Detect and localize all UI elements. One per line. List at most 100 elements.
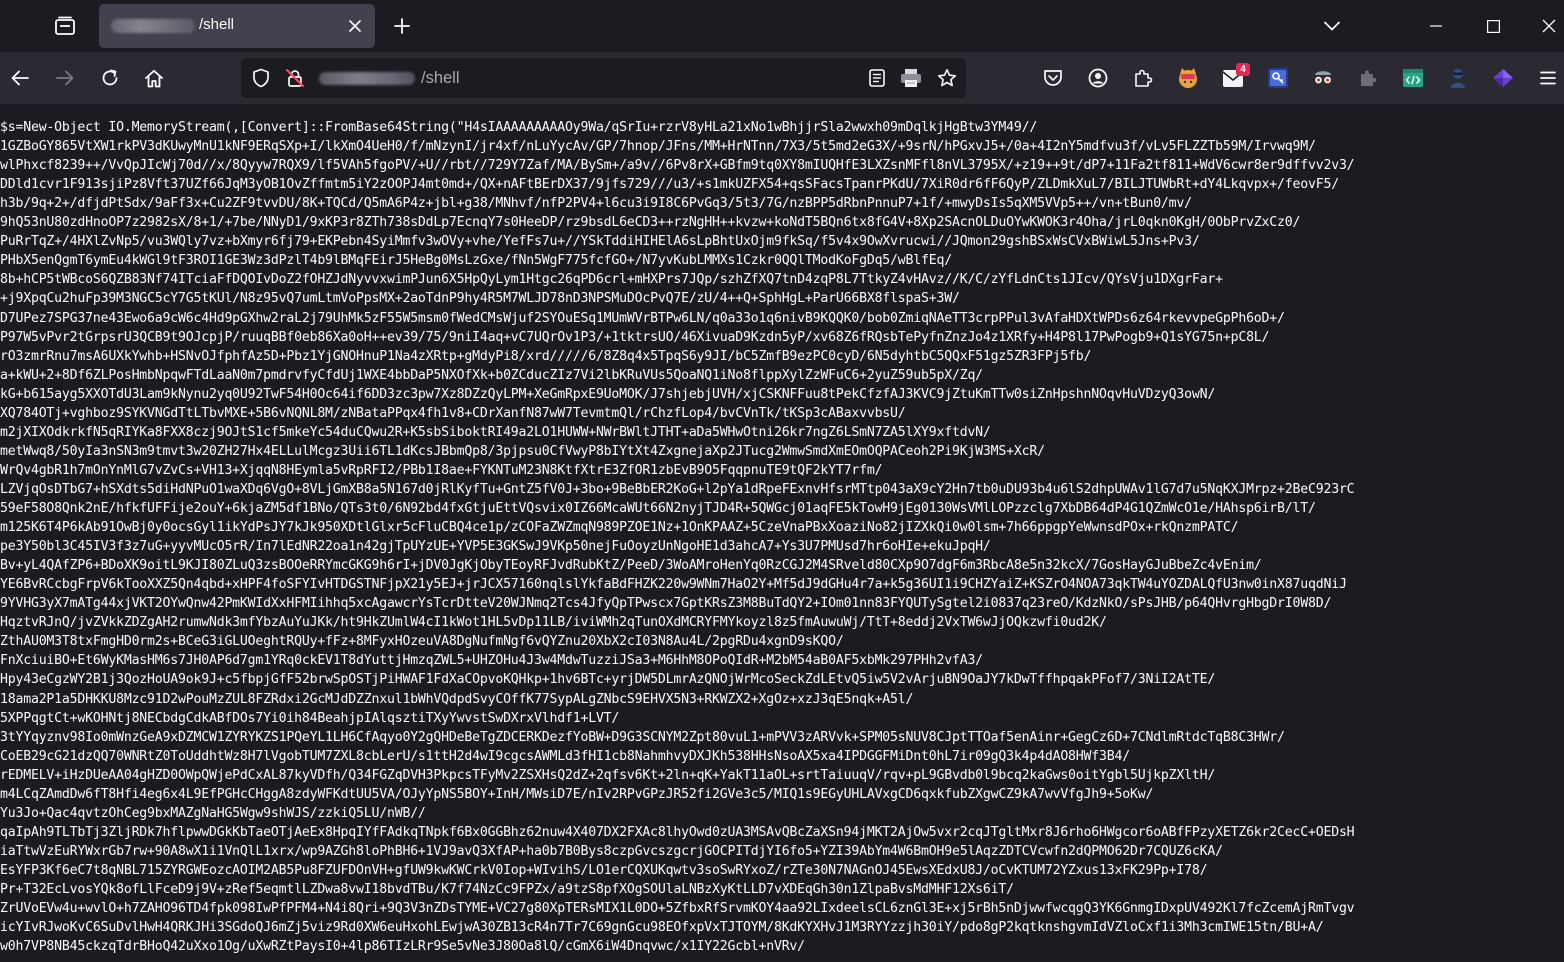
minimize-icon — [1430, 25, 1442, 27]
script-line: a+kWU+2+8Df6ZLPosHmbNpqwFTdLaaN0m7pmdrvf… — [0, 367, 983, 383]
maximize-button[interactable] — [1471, 6, 1515, 46]
script-line: P97W5vPvr2tGrpsrU3QCB9t9OJcpjP/ruuqBBf0e… — [0, 329, 1270, 345]
shield-icon — [253, 68, 269, 88]
maximize-icon — [1486, 19, 1500, 33]
extension-gem-button[interactable] — [1487, 62, 1519, 94]
script-line: 5XPPqgtCt+wKOHNtj8NECbdgCdkABfDOs7Yi0ih8… — [0, 710, 620, 726]
address-bar[interactable]: /shell — [241, 58, 966, 98]
new-tab-button[interactable] — [388, 12, 416, 40]
spy-extension-icon — [1313, 71, 1333, 85]
extensions-button[interactable] — [1127, 62, 1159, 94]
tab-title: /shell — [199, 16, 235, 33]
script-line: Yu3Jo+Qac4qvtzOhCeg9bxMAZgNaHG5Wgw9shWJS… — [0, 805, 426, 821]
close-icon — [349, 20, 361, 32]
script-line: WrQv4gbR1h7mOnYnMlG7vZvCs+VH13+XjqqN8HEy… — [0, 462, 883, 478]
tab-list-icon — [55, 16, 75, 35]
star-icon — [937, 69, 957, 87]
script-line: qaIpAh9TLTbTj3ZljRDk7hflpwwDGkKbTaeOTjAe… — [0, 824, 1355, 840]
connection-info-button[interactable] — [283, 66, 307, 90]
extension-ublock-button[interactable] — [1172, 62, 1204, 94]
script-line: w0h7VP8NB45ckzqTdrBHoQ42uXxo1Og/uXwRZtPa… — [0, 939, 805, 955]
script-line: h3b/9q+2+/dfjdPtSdx/9aFf3x+Cu2ZF9tvvDU/8… — [0, 196, 1192, 212]
chevron-down-icon — [1324, 21, 1340, 31]
script-line: 3tYYqyznv98Io0mWnzGeA9xDZMCW1ZYRYKZS1PQe… — [0, 729, 1285, 745]
script-line: ZrUVoEVw4u+wvlO+h7ZAHO96TD4fpk098IwPfPFM… — [0, 901, 1355, 917]
script-line: 9YVHG3yX7mATg44xjVKT2OYwQnw42PmKWIdXxHFM… — [0, 596, 1332, 612]
script-line: 8b+hCP5tWBcoS6QZB83Nf74ITciaFfDQOIvDoZ2f… — [0, 272, 1223, 288]
agent-extension-icon — [1451, 69, 1465, 88]
script-line: ZthAU0M3T8txFmgHD0rm2s+BCeG3iGLUOeghtRQU… — [0, 634, 844, 650]
script-line: HqztvRJnQ/jvZVkkZDZgAH2rumwNdk3mfYbzAuYu… — [0, 615, 1107, 631]
script-line: CoEB29cG21dzQQ70WNRtZ0ToUddhtWz8H7lVgobT… — [0, 748, 1130, 764]
script-line: 18ama2P1a5DHKKU8Mzc91D2wPouMzZUL8FZRdxi2… — [0, 691, 914, 707]
script-line: Bv+yL4QAfZP6+BDoXK9oitL9KJI80ZLuQ3zsBOOe… — [0, 558, 1262, 574]
script-line: D7UPez7SPG37ne43Ewo6a9cW6c4Hd9pGXhw2raL2… — [0, 310, 1285, 326]
script-line: m4LCqZAmdDw6fT8Hfi4eg6x4L9EfPGHcCHggA8zd… — [0, 786, 1154, 802]
reader-view-icon — [869, 69, 885, 87]
close-window-button[interactable] — [1527, 6, 1564, 46]
reader-view-button[interactable] — [865, 66, 889, 90]
active-tab[interactable]: /shell — [99, 4, 375, 48]
extension-page-action-button[interactable] — [899, 66, 923, 90]
back-button[interactable] — [4, 62, 36, 94]
account-icon — [1088, 68, 1108, 88]
extension-disabled-button[interactable] — [1352, 62, 1384, 94]
navigation-toolbar: /shell 4 — [0, 52, 1564, 104]
insecure-lock-icon — [286, 69, 304, 87]
script-line: 9hQ53nU80zdHnoOP7z2982sX/8+1/+7be/NNyD1/… — [0, 215, 1301, 231]
tab-title-redacted — [111, 19, 195, 33]
script-line: rEDMELV+iHzDUeAA04gHZD0OWpQWjePdCxAL87ky… — [0, 767, 1216, 783]
script-line: 59eF58O8Qnk2nE/hfkfUFFije2ouY+6kjaZM5df1… — [0, 501, 1316, 516]
cat-extension-icon — [1179, 68, 1197, 88]
tracking-protection-button[interactable] — [249, 66, 273, 90]
printer-extension-icon — [901, 69, 921, 87]
extension-agent-button[interactable] — [1442, 62, 1474, 94]
script-line: metWwq8/50yIa3nSN3m9tmvt3w20ZH27Hx4ELLul… — [0, 443, 1045, 459]
extension-devtools-button[interactable] — [1397, 62, 1429, 94]
script-line: PuRrTqZ+/4HXlZvNp5/vu3WQly7vz+bXmyr6fj79… — [0, 234, 1200, 250]
bookmark-star-button[interactable] — [935, 66, 959, 90]
url-path: /shell — [421, 69, 460, 87]
pocket-button[interactable] — [1037, 62, 1069, 94]
script-line: iaTtwVzEuRYWxrGb7rw+90A8wX1i1VnQlL1xrx/w… — [0, 843, 1223, 859]
code-extension-icon — [1403, 69, 1423, 87]
script-line: XQ784OTj+vghboz9SYKVNGdTtLTbvMXE+5B6vNQN… — [0, 405, 906, 421]
script-line: EsYFP3Kf6eC7t8qNBL715ZYRGWEozcAOIM2AB5Pu… — [0, 862, 1208, 878]
script-line: kG+b615ayg5XXOTdU3Lam9kNynu2yq0U92TwF54H… — [0, 386, 1216, 402]
plus-icon — [394, 18, 410, 34]
tab-strip: /shell — [0, 0, 1564, 52]
script-line: YE6BvRCcbgFrpV6kTooXXZ5Qn4qbd+xHPF4foSFY… — [0, 577, 1347, 593]
script-line: $s=New-Object IO.MemoryStream(,[Convert]… — [0, 120, 1038, 135]
extension-keepass-button[interactable] — [1262, 62, 1294, 94]
script-line: FnXciuiBO+Et6WyKMasHM6s7JH0AP6d7gm1YRq0c… — [0, 653, 983, 669]
open-menu-button[interactable] — [1532, 62, 1564, 94]
key-extension-icon — [1268, 68, 1288, 88]
script-line: rO3zmrRnu7msA6UXkYwhb+HSNvOJfphfAz5D+Pbz… — [0, 348, 1092, 364]
script-line: icYIvRJwoKvC6SuDvlHwH4QRKJHi3SGdoQJ6mZj5… — [0, 920, 1324, 936]
account-button[interactable] — [1082, 62, 1114, 94]
gem-extension-icon — [1493, 69, 1513, 87]
hamburger-menu-icon — [1540, 71, 1556, 85]
minimize-button[interactable] — [1414, 6, 1458, 46]
arrow-left-icon — [11, 70, 29, 86]
script-line: wlPhxcf8239++/VvQpJIcWj70d//x/8Qyyw7RQX9… — [0, 158, 1355, 174]
firefox-view-button[interactable] — [45, 8, 85, 44]
script-line: Pr+T32EcLvosYQk8ofLlFceD9j9V+zRef5eqmtlL… — [0, 882, 1014, 897]
script-line: 1GZBoGY865VtXW1rkPV3dKUwyMnU1kNF9ERqSXp+… — [0, 139, 1316, 155]
home-button[interactable] — [138, 62, 170, 94]
script-line: pe3Y50bl3C45IV3f3z7uG+yyvMUcO5rR/In7lEdN… — [0, 539, 991, 555]
reload-button[interactable] — [94, 62, 126, 94]
script-line: LZVjqOsDTbG7+hSXdts5diHdNPuO1waXDq6VgO+8… — [0, 481, 1355, 497]
extension-notifications-button[interactable]: 4 — [1217, 62, 1250, 94]
page-content: $s=New-Object IO.MemoryStream(,[Convert]… — [0, 104, 1564, 962]
extension-privacy-button[interactable] — [1307, 62, 1339, 94]
list-all-tabs-button[interactable] — [1310, 6, 1354, 46]
url-host-redacted — [319, 72, 415, 85]
close-icon — [1542, 19, 1556, 33]
tab-close-button[interactable] — [345, 16, 365, 36]
script-line: DDld1cvr1F913sjiPz8Vft37UZf66JqM3yOB1OvZ… — [0, 177, 1339, 193]
forward-button[interactable] — [49, 62, 81, 94]
puzzle-extension-icon — [1361, 70, 1377, 86]
notification-badge: 4 — [1236, 63, 1250, 76]
script-line: +j9XpqCu2huFp39M3NGC5cY7G5tKUl/N8z95vQ7u… — [0, 291, 960, 307]
